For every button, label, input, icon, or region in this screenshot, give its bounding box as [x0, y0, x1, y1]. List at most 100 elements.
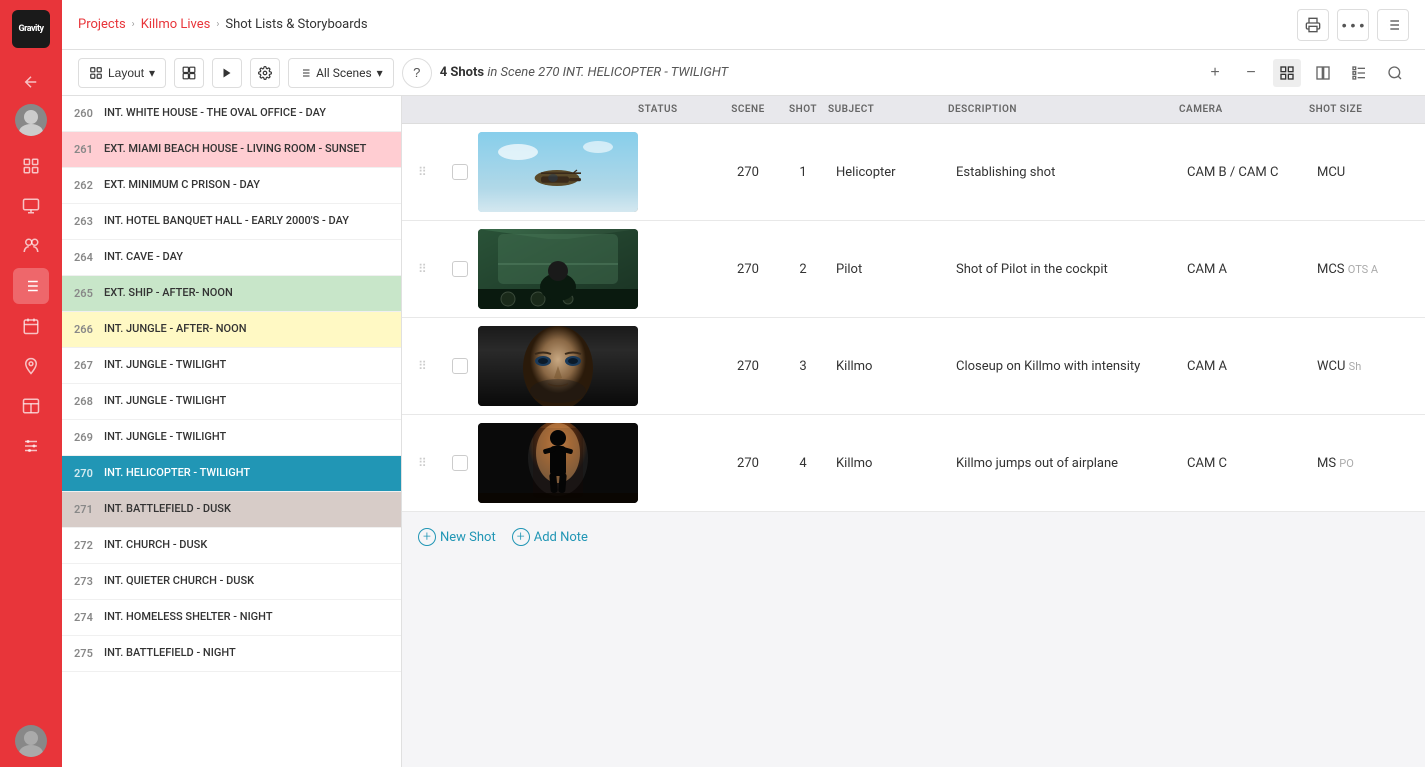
shot-row-2: ⠿: [402, 221, 1425, 318]
drag-handle-2[interactable]: ⠿: [418, 262, 442, 276]
header-subject: SUBJECT: [828, 104, 948, 115]
drag-handle-1[interactable]: ⠿: [418, 165, 442, 179]
add-note-plus-icon: +: [512, 528, 530, 546]
scenes-dropdown[interactable]: All Scenes ▾: [288, 58, 394, 88]
checkbox-2[interactable]: [442, 261, 478, 277]
scene-item-274[interactable]: 274 INT. HOMELESS SHELTER - NIGHT: [62, 600, 401, 636]
add-note-label: Add Note: [534, 530, 588, 545]
checkbox-3[interactable]: [442, 358, 478, 374]
sidebar-item-location[interactable]: [13, 348, 49, 384]
view-columns-button[interactable]: [1309, 59, 1337, 87]
shot-subject-3: Killmo: [828, 359, 948, 374]
shot-thumb-4[interactable]: [478, 423, 638, 503]
sidebar-item-calendar[interactable]: [13, 308, 49, 344]
new-shot-plus-icon: +: [418, 528, 436, 546]
user-avatar-top[interactable]: [15, 104, 47, 136]
shot-subject-1: Helicopter: [828, 165, 948, 180]
topnav-right: • • •: [1297, 9, 1409, 41]
zoom-out-button[interactable]: −: [1237, 59, 1265, 87]
scene-item-273[interactable]: 273 INT. QUIETER CHURCH - DUSK: [62, 564, 401, 600]
layout-button[interactable]: Layout ▾: [78, 58, 166, 88]
scene-item-261[interactable]: 261 EXT. MIAMI BEACH HOUSE - LIVING ROOM…: [62, 132, 401, 168]
shots-scene-info: in Scene 270 INT. HELICOPTER - TWILIGHT: [487, 65, 728, 80]
shot-row-4: ⠿: [402, 415, 1425, 512]
checkbox-4[interactable]: [442, 455, 478, 471]
scene-item-270[interactable]: 270 INT. HELICOPTER - TWILIGHT: [62, 456, 401, 492]
shot-number-1: 1: [778, 165, 828, 180]
shot-size-3: WCU Sh: [1309, 359, 1409, 374]
toolbar: Layout ▾ All Scenes: [62, 50, 1425, 96]
shot-actions: + New Shot + Add Note: [402, 512, 1425, 562]
sidebar-item-users[interactable]: [13, 228, 49, 264]
shot-row-1: ⠿: [402, 124, 1425, 221]
view-grid-button[interactable]: [1273, 59, 1301, 87]
shot-subject-4: Killmo: [828, 456, 948, 471]
sidebar-item-projects[interactable]: [13, 148, 49, 184]
play-button[interactable]: [212, 58, 242, 88]
shot-size-1: MCU: [1309, 165, 1409, 180]
shot-row-3: ⠿: [402, 318, 1425, 415]
sidebar-item-shotlist[interactable]: [13, 268, 49, 304]
user-avatar-bottom[interactable]: [15, 725, 47, 757]
content-area: 260 INT. WHITE HOUSE - THE OVAL OFFICE -…: [62, 96, 1425, 767]
search-button[interactable]: [1381, 59, 1409, 87]
view-list-button[interactable]: [1345, 59, 1373, 87]
scene-item-260[interactable]: 260 INT. WHITE HOUSE - THE OVAL OFFICE -…: [62, 96, 401, 132]
sidebar-item-board[interactable]: [13, 388, 49, 424]
zoom-in-button[interactable]: +: [1201, 59, 1229, 87]
drag-handle-4[interactable]: ⠿: [418, 456, 442, 470]
scene-item-269[interactable]: 269 INT. JUNGLE - TWILIGHT: [62, 420, 401, 456]
scene-item-271[interactable]: 271 INT. BATTLEFIELD - DUSK: [62, 492, 401, 528]
scene-item-266[interactable]: 266 INT. JUNGLE - AFTER- NOON: [62, 312, 401, 348]
drag-handle-3[interactable]: ⠿: [418, 359, 442, 373]
scene-list: 260 INT. WHITE HOUSE - THE OVAL OFFICE -…: [62, 96, 402, 767]
scene-item-267[interactable]: 267 INT. JUNGLE - TWILIGHT: [62, 348, 401, 384]
sidebar-item-back[interactable]: [13, 64, 49, 100]
scene-item-275[interactable]: 275 INT. BATTLEFIELD - NIGHT: [62, 636, 401, 672]
header-status: STATUS: [638, 104, 718, 115]
scenes-chevron: ▾: [377, 66, 383, 80]
scene-item-268[interactable]: 268 INT. JUNGLE - TWILIGHT: [62, 384, 401, 420]
shot-size-2: MCS OTS A: [1309, 262, 1409, 277]
sidebar-item-sliders[interactable]: [13, 428, 49, 464]
shots-count: 4 Shots: [440, 65, 484, 80]
breadcrumb-projects[interactable]: Projects: [78, 17, 126, 32]
breadcrumb: Projects › Killmo Lives › Shot Lists & S…: [78, 17, 368, 32]
shot-camera-4: CAM C: [1179, 456, 1309, 471]
storyboard-button[interactable]: [174, 58, 204, 88]
header-shotsize: SHOT SIZE: [1309, 104, 1409, 115]
scene-item-272[interactable]: 272 INT. CHURCH - DUSK: [62, 528, 401, 564]
header-shot: SHOT: [778, 104, 828, 115]
scene-item-263[interactable]: 263 INT. HOTEL BANQUET HALL - EARLY 2000…: [62, 204, 401, 240]
shot-scene-1: 270: [718, 165, 778, 180]
sidebar-left: Gravity: [0, 0, 62, 767]
app-logo[interactable]: Gravity: [12, 10, 50, 48]
shots-info: 4 Shots in Scene 270 INT. HELICOPTER - T…: [440, 65, 728, 80]
settings-button[interactable]: [250, 58, 280, 88]
header-description: DESCRIPTION: [948, 104, 1179, 115]
print-button[interactable]: [1297, 9, 1329, 41]
shot-thumb-2[interactable]: [478, 229, 638, 309]
help-button[interactable]: ?: [402, 58, 432, 88]
checkbox-1[interactable]: [442, 164, 478, 180]
shot-thumb-1[interactable]: [478, 132, 638, 212]
shot-size-4: MS PO: [1309, 456, 1409, 471]
sidebar-item-storyboard[interactable]: [13, 188, 49, 224]
shot-scene-4: 270: [718, 456, 778, 471]
shot-scene-3: 270: [718, 359, 778, 374]
shot-thumb-3[interactable]: [478, 326, 638, 406]
layout-chevron: ▾: [149, 66, 155, 80]
new-shot-link[interactable]: + New Shot: [418, 528, 496, 546]
more-button[interactable]: • • •: [1337, 9, 1369, 41]
breadcrumb-project[interactable]: Killmo Lives: [141, 17, 211, 32]
breadcrumb-current: Shot Lists & Storyboards: [225, 17, 367, 32]
toolbar-right: + −: [1201, 59, 1409, 87]
scene-item-264[interactable]: 264 INT. CAVE - DAY: [62, 240, 401, 276]
scene-item-265[interactable]: 265 EXT. SHIP - AFTER- NOON: [62, 276, 401, 312]
new-shot-label: New Shot: [440, 530, 496, 545]
shot-number-4: 4: [778, 456, 828, 471]
scene-item-262[interactable]: 262 EXT. MINIMUM C PRISON - DAY: [62, 168, 401, 204]
scenes-dropdown-label: All Scenes: [316, 66, 372, 80]
add-note-link[interactable]: + Add Note: [512, 528, 588, 546]
list-view-button[interactable]: [1377, 9, 1409, 41]
